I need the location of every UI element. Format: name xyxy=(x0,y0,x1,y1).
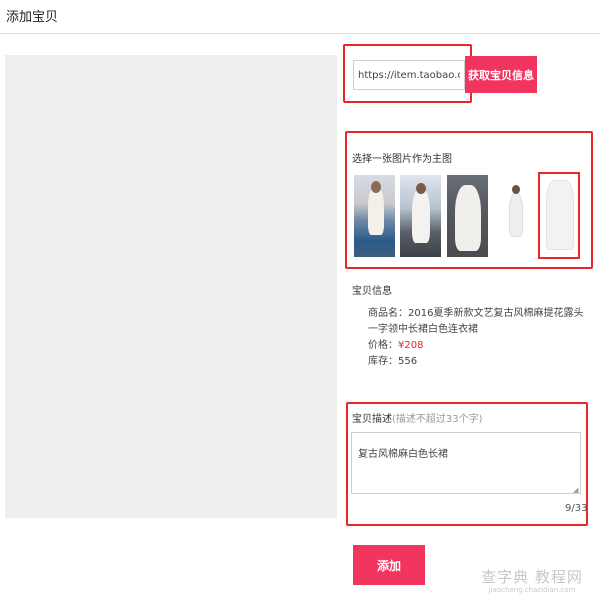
add-item-button[interactable]: 添加 xyxy=(353,545,425,585)
dialog-header: 添加宝贝 xyxy=(0,0,600,34)
product-thumbnail-1[interactable] xyxy=(354,175,395,257)
description-label-row: 宝贝描述(描述不超过33个字) xyxy=(352,410,483,425)
item-url-input[interactable] xyxy=(353,60,465,90)
item-name-row: 商品名：2016夏季新款文艺复古风棉麻提花露头一字领中长裙白色连衣裙 xyxy=(368,306,590,338)
character-counter: 9/33 xyxy=(565,503,588,514)
choose-main-image-label: 选择一张图片作为主图 xyxy=(352,154,452,165)
dialog-title: 添加宝贝 xyxy=(6,10,59,25)
resize-grip-icon[interactable]: ◢ xyxy=(573,486,578,494)
fetch-item-info-button[interactable]: 获取宝贝信息 xyxy=(465,56,537,93)
item-info-details: 商品名：2016夏季新款文艺复古风棉麻提花露头一字领中长裙白色连衣裙 价格：¥2… xyxy=(368,306,590,370)
watermark: 查字典 教程网 jiaocheng.chazidian.com xyxy=(468,566,596,594)
item-price-label: 价格： xyxy=(368,340,398,351)
product-thumbnail-2[interactable] xyxy=(400,175,441,257)
item-stock-row: 库存：556 xyxy=(368,354,590,370)
item-name-label: 商品名： xyxy=(368,308,408,319)
watermark-line2: jiaocheng.chazidian.com xyxy=(488,586,576,594)
product-thumbnail-5-selected[interactable] xyxy=(538,172,580,259)
image-preview-area xyxy=(5,55,337,518)
item-info-heading: 宝贝信息 xyxy=(352,286,392,297)
item-price-value: ¥208 xyxy=(398,340,424,351)
product-thumbnail-3[interactable] xyxy=(447,175,488,257)
description-hint: (描述不超过33个字) xyxy=(392,414,483,425)
item-price-row: 价格：¥208 xyxy=(368,338,590,354)
description-textarea[interactable]: 复古风棉麻白色长裙 xyxy=(351,432,581,494)
item-stock-label: 库存： xyxy=(368,356,398,367)
item-stock-value: 556 xyxy=(398,356,418,367)
product-thumbnail-4[interactable] xyxy=(493,175,534,257)
description-label: 宝贝描述 xyxy=(352,414,392,425)
watermark-line1: 查字典 教程网 xyxy=(481,568,583,586)
